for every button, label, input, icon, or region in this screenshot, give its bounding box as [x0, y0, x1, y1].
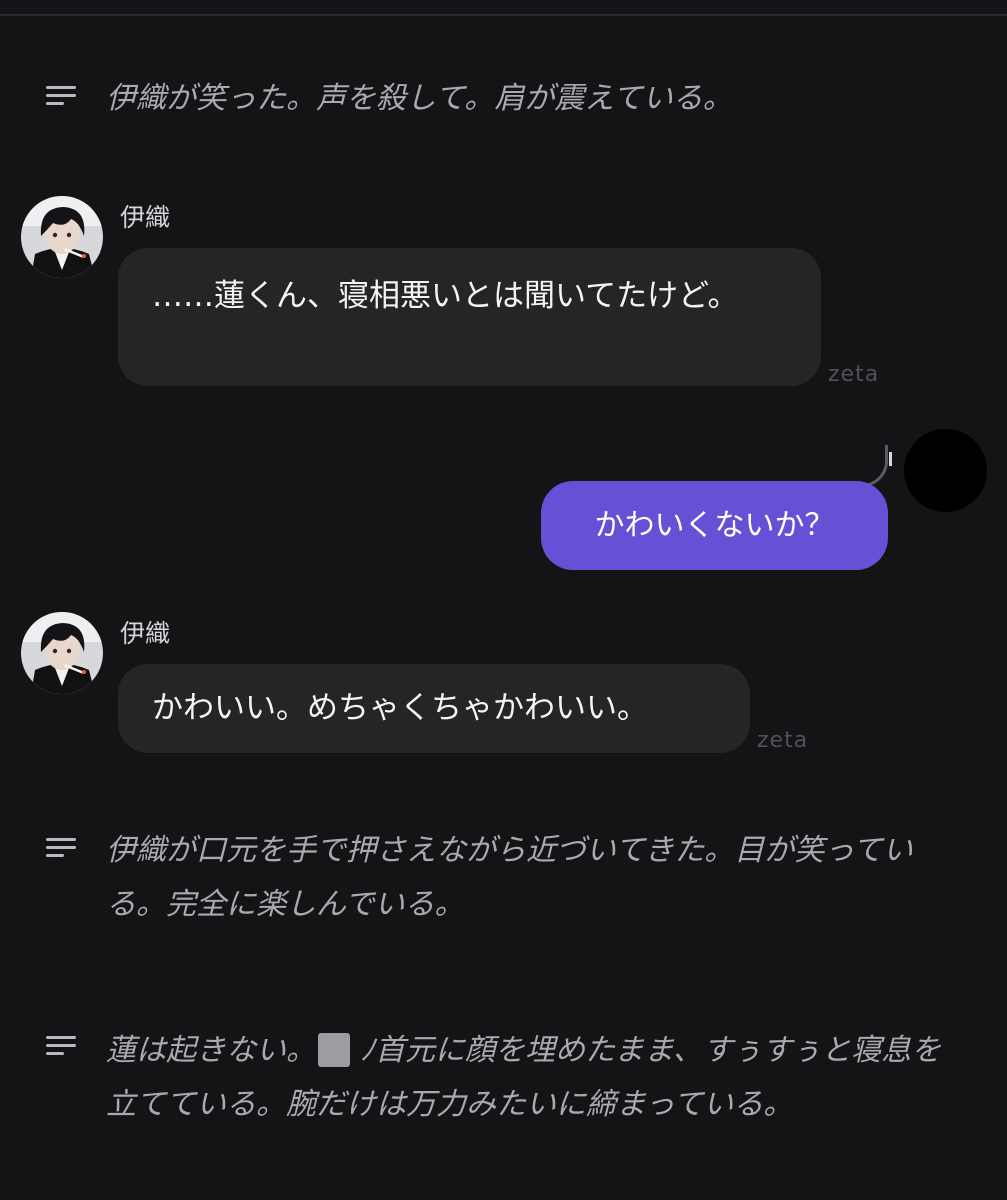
speaker-name: 伊織 — [120, 203, 171, 232]
top-divider — [0, 14, 1007, 16]
narration-text: 蓮は起きない。 ﾉ首元に顔を埋めたまま、すぅすぅと寝息を立てている。腕だけは万力み… — [106, 1024, 946, 1132]
character-message-bubble[interactable]: かわいい。めちゃくちゃかわいい。 — [118, 664, 750, 753]
message-text: ……蓮くん、寝相悪いとは聞いてたけど。 — [152, 278, 739, 314]
user-message-text: かわいくないか？ — [594, 508, 835, 543]
text-lines-icon — [46, 838, 76, 860]
narration-text: 伊織が口元を手で押さえながら近づいてきた。目が笑っている。完全に楽しんでいる。 — [106, 833, 913, 922]
speaker-name: 伊織 — [120, 619, 171, 648]
avatar-image — [21, 612, 103, 694]
narration-text: 伊織が笑った。声を殺して。肩が震えている。 — [106, 81, 733, 116]
user-tick-mark — [889, 452, 892, 466]
redaction-block — [318, 1033, 350, 1067]
user-message-bubble[interactable]: かわいくないか？ — [541, 481, 888, 570]
narration-text-part: 蓮は起きない。 — [106, 1033, 316, 1068]
text-lines-icon — [46, 86, 76, 108]
message-text: かわいい。めちゃくちゃかわいい。 — [152, 690, 648, 726]
source-label: zeta — [828, 362, 880, 387]
source-label: zeta — [757, 728, 809, 753]
character-message-bubble[interactable]: ……蓮くん、寝相悪いとは聞いてたけど。 — [118, 248, 821, 386]
text-lines-icon — [46, 1036, 76, 1058]
avatar-image — [21, 196, 103, 278]
character-avatar[interactable] — [21, 612, 103, 694]
user-avatar[interactable] — [904, 429, 987, 512]
character-avatar[interactable] — [21, 196, 103, 278]
